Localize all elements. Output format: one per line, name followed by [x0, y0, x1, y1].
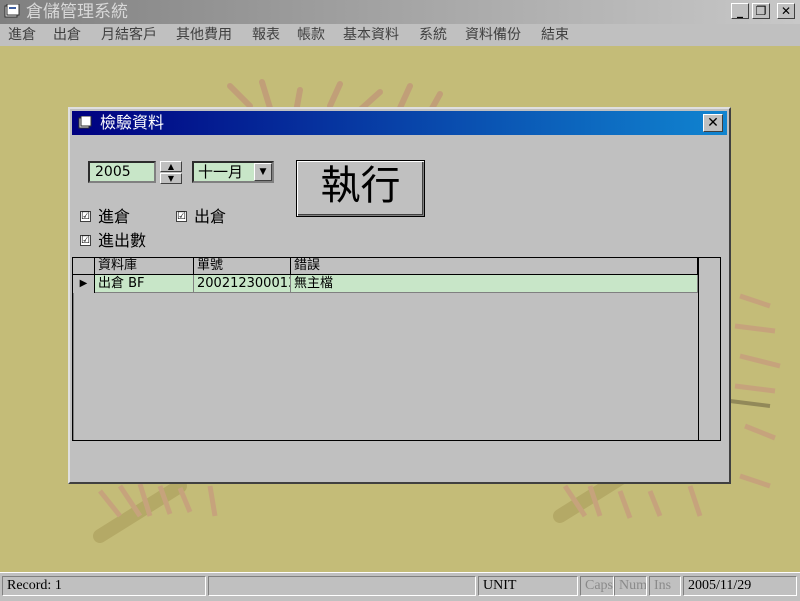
- results-grid[interactable]: 資料庫 單號 錯誤 ▶ 出倉 BF 200212300013 無主檔: [72, 257, 721, 441]
- table-cell[interactable]: 200212300013: [194, 275, 291, 293]
- checkbox-label: 進倉: [98, 207, 131, 226]
- status-num: Num: [614, 576, 647, 596]
- spin-up-icon[interactable]: ▲: [160, 161, 182, 172]
- menu-item-inbound[interactable]: 進倉: [8, 24, 36, 46]
- dialog-icon: [78, 116, 92, 129]
- status-bar: Record: 1 UNIT Caps Num Ins 2005/11/29: [0, 572, 800, 601]
- close-app-button[interactable]: ✕: [777, 3, 795, 19]
- app-icon: [4, 4, 20, 18]
- table-cell[interactable]: 無主檔: [291, 275, 698, 293]
- checkbox-check-icon: ☑: [176, 211, 187, 222]
- status-record: Record: 1: [2, 576, 206, 596]
- month-value: 十一月: [198, 163, 244, 181]
- status-date: 2005/11/29: [683, 576, 797, 596]
- status-caps: Caps: [580, 576, 614, 596]
- grid-header-error[interactable]: 錯誤: [291, 258, 698, 275]
- dialog-title-bar[interactable]: 檢驗資料 ✕: [72, 111, 727, 135]
- table-cell[interactable]: 出倉 BF: [95, 275, 194, 293]
- status-ins: Ins: [649, 576, 681, 596]
- status-unit: UNIT: [478, 576, 578, 596]
- app-title-bar: 倉儲管理系統 _ ❐ ✕: [0, 0, 800, 24]
- grid-header-database[interactable]: 資料庫: [95, 258, 194, 275]
- menu-item-backup[interactable]: 資料備份: [465, 24, 521, 46]
- dialog-close-button[interactable]: ✕: [703, 114, 723, 132]
- menu-item-exit[interactable]: 結束: [541, 24, 569, 46]
- menu-item-accounts[interactable]: 帳款: [297, 24, 325, 46]
- execute-button[interactable]: 執行: [296, 160, 425, 217]
- app-title: 倉儲管理系統: [26, 2, 128, 22]
- inspection-dialog: 檢驗資料 ✕ ▲ ▼ 十一月 ▼ 執行 ☑ 進倉 ☑ 出倉 ☑ 進出數 資料庫 …: [68, 107, 731, 484]
- minimize-button[interactable]: _: [731, 3, 749, 19]
- checkbox-label: 出倉: [194, 207, 227, 226]
- chevron-down-icon[interactable]: ▼: [254, 163, 272, 181]
- menu-bar: 進倉 出倉 月結客戶 其他費用 報表 帳款 基本資料 系統 資料備份 結束: [0, 24, 800, 46]
- menu-item-reports[interactable]: 報表: [252, 24, 280, 46]
- checkbox-check-icon: ☑: [80, 235, 91, 246]
- menu-item-monthly-customers[interactable]: 月結客戶: [101, 24, 157, 46]
- year-spinner[interactable]: ▲ ▼: [160, 161, 182, 184]
- spin-down-icon[interactable]: ▼: [160, 173, 182, 184]
- checkbox-label: 進出數: [98, 231, 147, 250]
- status-message: [208, 576, 476, 596]
- menu-item-master-data[interactable]: 基本資料: [343, 24, 399, 46]
- menu-item-outbound[interactable]: 出倉: [53, 24, 81, 46]
- checkbox-check-icon: ☑: [80, 211, 91, 222]
- dialog-title: 檢驗資料: [100, 113, 165, 132]
- month-select[interactable]: 十一月 ▼: [192, 161, 274, 183]
- grid-scroll-area[interactable]: [698, 258, 720, 440]
- year-input[interactable]: [88, 161, 156, 183]
- restore-button[interactable]: ❐: [752, 3, 770, 19]
- menu-item-system[interactable]: 系統: [419, 24, 447, 46]
- grid-corner: [73, 258, 95, 275]
- menu-item-other-fees[interactable]: 其他費用: [176, 24, 232, 46]
- grid-header-order-no[interactable]: 單號: [194, 258, 291, 275]
- row-indicator-icon[interactable]: ▶: [73, 275, 95, 293]
